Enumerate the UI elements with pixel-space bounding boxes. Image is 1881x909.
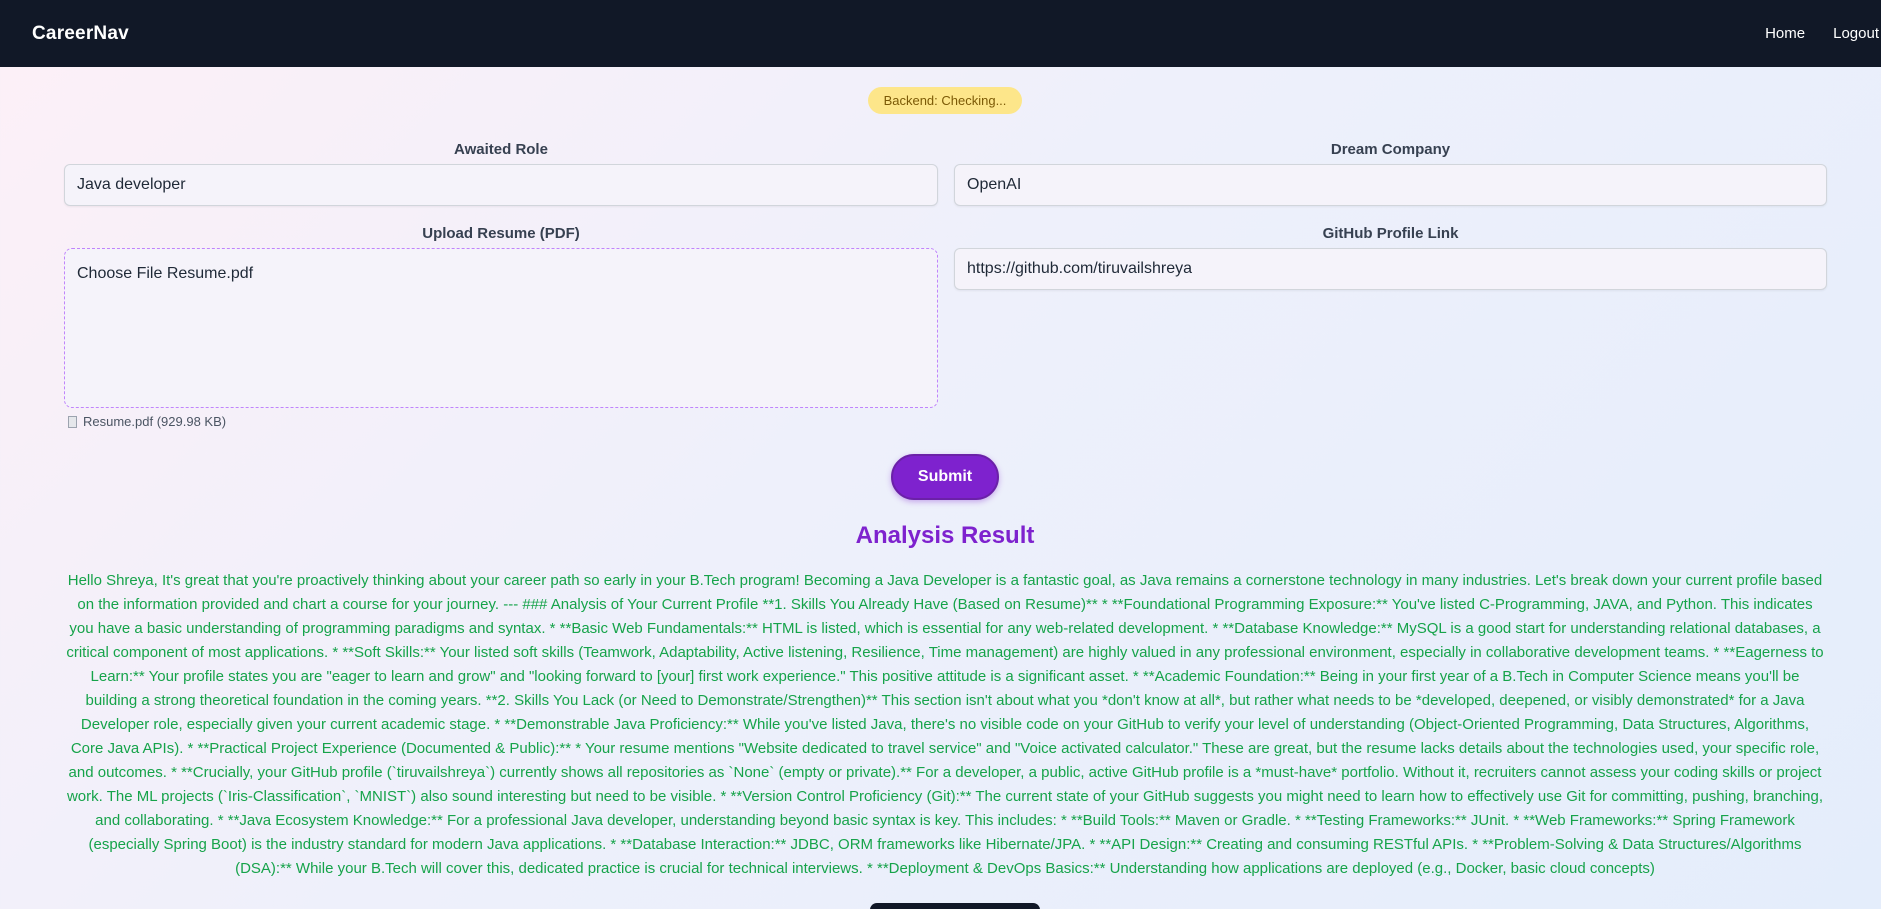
floating-pill	[870, 903, 1040, 909]
nav-logout-link[interactable]: Logout	[1833, 25, 1879, 42]
role-input[interactable]: Java developer	[64, 164, 938, 206]
status-area: Backend: Checking...	[0, 87, 1881, 114]
nav-links: Home Logout	[1765, 25, 1881, 42]
github-label: GitHub Profile Link	[1322, 225, 1459, 242]
resume-upload-input[interactable]: Choose File Resume.pdf	[64, 248, 938, 408]
nav-home-link[interactable]: Home	[1765, 25, 1805, 42]
result-title: Analysis Result	[855, 522, 1035, 549]
result-text: Hello Shreya, It's great that you're pro…	[66, 572, 1824, 877]
company-input[interactable]: OpenAI	[954, 164, 1827, 206]
github-input[interactable]: https://github.com/tiruvailshreya	[954, 248, 1827, 290]
resume-label: Upload Resume (PDF)	[422, 225, 580, 242]
brand-logo[interactable]: CareerNav	[32, 23, 129, 45]
resume-upload-text: Choose File Resume.pdf	[77, 265, 254, 282]
file-icon	[68, 415, 77, 428]
backend-status-badge: Backend: Checking...	[867, 87, 1023, 114]
submit-area: Submit	[0, 454, 1881, 500]
top-navbar: CareerNav Home Logout	[0, 0, 1881, 67]
resume-file-info: Resume.pdf (929.98 KB)	[68, 414, 226, 429]
company-label: Dream Company	[1330, 141, 1451, 158]
resume-file-name: Resume.pdf (929.98 KB)	[83, 414, 227, 429]
submit-button[interactable]: Submit	[890, 454, 1000, 500]
role-label: Awaited Role	[454, 141, 548, 158]
